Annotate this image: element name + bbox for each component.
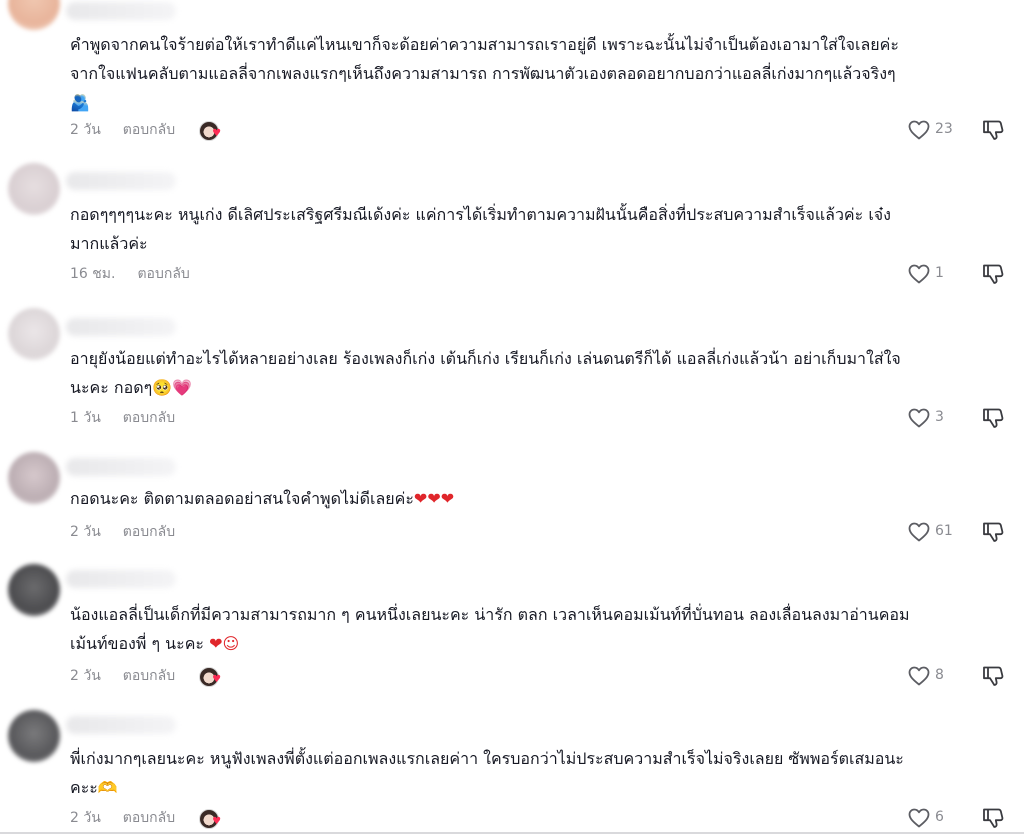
- comment-emoji: 🥺💗: [152, 378, 193, 397]
- comment-time: 2 วัน: [70, 810, 101, 826]
- dislike-icon[interactable]: [981, 262, 1005, 286]
- comment-meta: 16 ชม. ตอบกลับ: [70, 264, 190, 284]
- comment-actions: 3: [907, 406, 1017, 430]
- heart-icon: ♥: [212, 128, 222, 139]
- dislike-icon[interactable]: [981, 406, 1005, 430]
- comment-text: กอดนะคะ ติดตามตลอดอย่าสนใจคำพูดไม่ดีเลยค…: [70, 484, 1010, 513]
- comment-text-line: กอดนะคะ ติดตามตลอดอย่าสนใจคำพูดไม่ดีเลยค…: [70, 489, 455, 508]
- reply-button[interactable]: ตอบกลับ: [123, 807, 175, 829]
- comment-emoji: ❤☺: [209, 634, 240, 653]
- comment-actions: 6: [907, 806, 1017, 830]
- reply-button[interactable]: ตอบกลับ: [137, 263, 189, 285]
- comment-meta: 1 วัน ตอบกลับ: [70, 408, 175, 428]
- dislike-icon[interactable]: [981, 118, 1005, 142]
- reply-button[interactable]: ตอบกลับ: [123, 665, 175, 687]
- comment-meta: 2 วัน ตอบกลับ ♥: [70, 119, 223, 141]
- like-count: 8: [935, 667, 944, 683]
- like-heart-icon[interactable]: [907, 806, 931, 830]
- reply-button[interactable]: ตอบกลับ: [123, 119, 175, 141]
- like-count: 23: [935, 121, 953, 137]
- comment-text-line: อายุยังน้อยแต่ทำอะไรได้หลายอย่างเลย ร้อง…: [70, 349, 901, 368]
- comment-time: 1 วัน: [70, 410, 101, 426]
- comment-actions: 23: [907, 118, 1017, 142]
- avatar[interactable]: [8, 452, 60, 504]
- avatar[interactable]: [8, 710, 60, 762]
- username[interactable]: [66, 458, 176, 476]
- username[interactable]: [66, 570, 176, 588]
- comment-text-line: นะคะ กอดๆ🥺💗: [70, 378, 193, 397]
- comment-text-line: จากใจแฟนคลับตามแอลลี่จากเพลงแรกๆเห็นถึงค…: [70, 64, 896, 83]
- comment-text-line: พี่เก่งมากๆเลยนะคะ หนูฟังเพลงพี่ตั้งแต่อ…: [70, 749, 904, 768]
- comment-text: น้องแอลลี่เป็นเด็กที่มีความสามารถมาก ๆ ค…: [70, 600, 1010, 658]
- like-count: 3: [935, 409, 944, 425]
- comment-actions: 8: [907, 664, 1017, 688]
- comment-text-line: มากแล้วค่ะ: [70, 234, 148, 253]
- like-heart-icon[interactable]: [907, 118, 931, 142]
- comment-text: กอดๆๆๆๆนะคะ หนูเก่ง ดีเลิศประเสริฐศรีมณี…: [70, 200, 1010, 258]
- username[interactable]: [66, 716, 176, 734]
- like-heart-icon[interactable]: [907, 406, 931, 430]
- creator-liked-badge: ♥: [199, 120, 223, 141]
- comment-time: 2 วัน: [70, 524, 101, 540]
- like-count: 1: [935, 265, 944, 281]
- reply-button[interactable]: ตอบกลับ: [123, 407, 175, 429]
- comment-meta: 2 วัน ตอบกลับ ♥: [70, 807, 223, 829]
- comment-text-line: น้องแอลลี่เป็นเด็กที่มีความสามารถมาก ๆ ค…: [70, 605, 910, 624]
- comment-actions: 61: [907, 520, 1017, 544]
- comment-text: พี่เก่งมากๆเลยนะคะ หนูฟังเพลงพี่ตั้งแต่อ…: [70, 744, 1010, 802]
- username[interactable]: [66, 2, 176, 20]
- like-count: 61: [935, 523, 953, 539]
- reply-button[interactable]: ตอบกลับ: [123, 521, 175, 543]
- creator-liked-badge: ♥: [199, 808, 223, 829]
- comment-text: คำพูดจากคนใจร้ายต่อให้เราทำดีแค่ไหนเขาก็…: [70, 30, 1010, 117]
- comment-text-line: คะะ🫶: [70, 778, 118, 797]
- comment-emoji: 🫶: [97, 778, 118, 797]
- avatar[interactable]: [8, 0, 60, 30]
- comment-time: 16 ชม.: [70, 266, 116, 282]
- dislike-icon[interactable]: [981, 806, 1005, 830]
- divider: [0, 832, 1024, 834]
- comment-text: อายุยังน้อยแต่ทำอะไรได้หลายอย่างเลย ร้อง…: [70, 344, 1010, 402]
- username[interactable]: [66, 172, 176, 190]
- like-count: 6: [935, 809, 944, 825]
- comment-emoji: ❤❤❤: [413, 489, 455, 508]
- comment-text-line: คำพูดจากคนใจร้ายต่อให้เราทำดีแค่ไหนเขาก็…: [70, 35, 899, 54]
- avatar[interactable]: [8, 564, 60, 616]
- comment-meta: 2 วัน ตอบกลับ: [70, 522, 175, 542]
- comment-meta: 2 วัน ตอบกลับ ♥: [70, 665, 223, 687]
- comment-actions: 1: [907, 262, 1017, 286]
- like-heart-icon[interactable]: [907, 664, 931, 688]
- heart-icon: ♥: [212, 674, 222, 685]
- dislike-icon[interactable]: [981, 520, 1005, 544]
- avatar[interactable]: [8, 163, 60, 215]
- avatar[interactable]: [8, 308, 60, 360]
- comment-text-line: เม้นท์ของพี่ ๆ นะคะ ❤☺: [70, 634, 240, 653]
- dislike-icon[interactable]: [981, 664, 1005, 688]
- creator-liked-badge: ♥: [199, 666, 223, 687]
- comment-time: 2 วัน: [70, 122, 101, 138]
- comment-emoji: 🫂: [70, 93, 90, 112]
- like-heart-icon[interactable]: [907, 520, 931, 544]
- comment-text-line: กอดๆๆๆๆนะคะ หนูเก่ง ดีเลิศประเสริฐศรีมณี…: [70, 205, 891, 224]
- like-heart-icon[interactable]: [907, 262, 931, 286]
- comment-time: 2 วัน: [70, 668, 101, 684]
- heart-icon: ♥: [212, 816, 222, 827]
- username[interactable]: [66, 318, 176, 336]
